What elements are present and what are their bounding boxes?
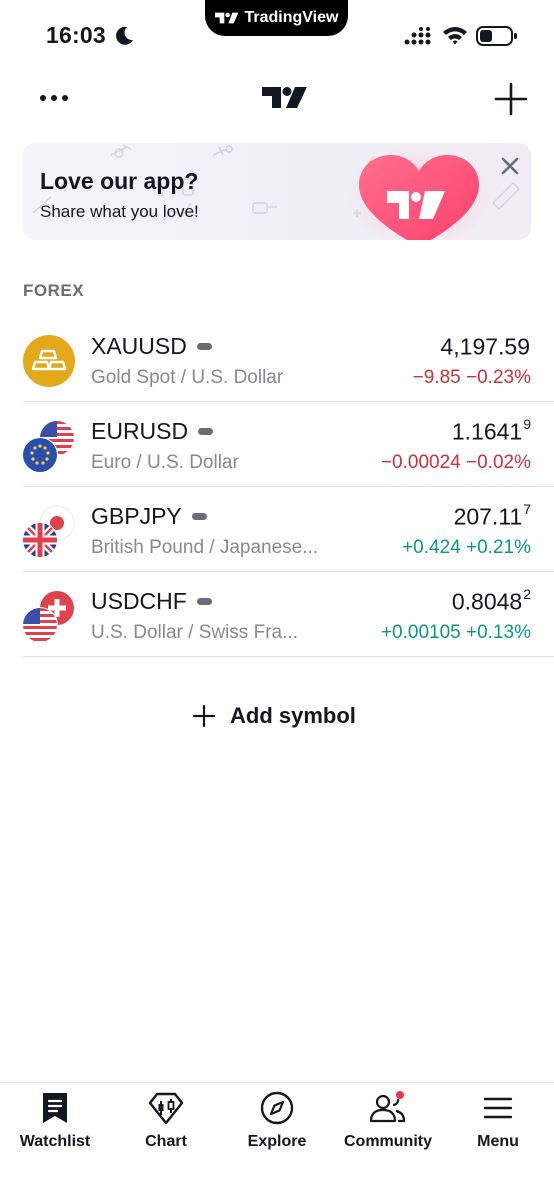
- heart-logo-icon: [349, 147, 489, 240]
- nav-menu[interactable]: Menu: [443, 1091, 553, 1151]
- status-bar: 16:03 TradingView: [0, 0, 554, 66]
- section-title: FOREX: [23, 281, 85, 300]
- add-symbol-label: Add symbol: [230, 703, 356, 728]
- wifi-icon: [443, 27, 467, 45]
- symbol-description: British Pound / Japanese...: [91, 537, 319, 558]
- symbol-price: 207.117: [453, 501, 531, 530]
- status-time: 16:03: [46, 22, 106, 48]
- more-dot-icon: [51, 95, 57, 101]
- symbol-change: +0.00105 +0.13%: [380, 622, 531, 643]
- nav-label: Chart: [145, 1133, 187, 1150]
- bottom-nav: Watchlist Chart Explore Community Menu: [0, 1082, 554, 1200]
- add-symbol-button[interactable]: Add symbol: [192, 700, 356, 732]
- gold-bars-icon: [23, 335, 75, 387]
- more-options-button[interactable]: [40, 86, 80, 110]
- banner-title: Love our app?: [40, 168, 199, 194]
- symbol-ticker: XAUUSD: [91, 333, 212, 360]
- symbol-description: Gold Spot / U.S. Dollar: [91, 367, 284, 388]
- symbol-price: 4,197.59: [440, 333, 530, 360]
- island-label: TradingView: [244, 9, 339, 26]
- compass-icon: [260, 1091, 294, 1125]
- symbol-ticker: GBPJPY: [91, 503, 207, 530]
- nav-label: Explore: [247, 1133, 307, 1150]
- symbol-description: Euro / U.S. Dollar: [91, 452, 239, 473]
- hamburger-menu-icon: [483, 1097, 513, 1119]
- tradingview-small-logo-icon: [214, 12, 238, 24]
- signal-icon: [404, 27, 431, 45]
- nav-label: Menu: [477, 1133, 519, 1150]
- more-dot-icon: [40, 95, 46, 101]
- symbol-ticker: USDCHF: [91, 588, 212, 615]
- close-icon[interactable]: [499, 155, 521, 177]
- nav-explore[interactable]: Explore: [222, 1091, 332, 1151]
- watchlist-row[interactable]: USDCHF U.S. Dollar / Swiss Fra... 0.8048…: [0, 572, 554, 657]
- plus-icon: [192, 704, 216, 728]
- toolbar: [0, 72, 554, 126]
- usd-chf-flags-icon: [23, 591, 74, 642]
- nav-watchlist[interactable]: Watchlist: [0, 1091, 110, 1151]
- session-badge: [198, 428, 214, 435]
- eur-usd-flags-icon: [22, 421, 74, 473]
- moon-icon: [116, 26, 133, 45]
- chart-icon: [148, 1092, 184, 1125]
- watchlist: XAUUSD Gold Spot / U.S. Dollar 4,197.59 …: [0, 317, 554, 657]
- watchlist-row[interactable]: EURUSD Euro / U.S. Dollar 1.16419 −0.000…: [0, 402, 554, 487]
- symbol-description: U.S. Dollar / Swiss Fra...: [91, 622, 298, 643]
- nav-chart[interactable]: Chart: [111, 1091, 221, 1151]
- divider: [23, 656, 554, 657]
- symbol-change: −0.00024 −0.02%: [380, 452, 531, 473]
- bookmark-list-icon: [43, 1093, 67, 1123]
- add-watchlist-button[interactable]: [494, 82, 528, 116]
- banner-subtitle: Share what you love!: [40, 202, 199, 221]
- symbol-change: −9.85 −0.23%: [412, 367, 531, 388]
- watchlist-row[interactable]: GBPJPY British Pound / Japanese... 207.1…: [0, 487, 554, 572]
- community-icon: [369, 1091, 406, 1123]
- symbol-price: 1.16419: [451, 416, 531, 445]
- session-badge: [196, 343, 212, 350]
- more-dot-icon: [62, 95, 68, 101]
- tradingview-logo-icon: [262, 87, 307, 108]
- session-badge: [196, 598, 212, 605]
- watchlist-row[interactable]: XAUUSD Gold Spot / U.S. Dollar 4,197.59 …: [0, 317, 554, 402]
- symbol-ticker: EURUSD: [91, 418, 214, 445]
- symbol-change: +0.424 +0.21%: [402, 537, 531, 558]
- nav-community[interactable]: Community: [333, 1091, 443, 1151]
- promo-banner[interactable]: Love our app? Share what you love!: [23, 143, 531, 240]
- dynamic-island: TradingView: [205, 0, 348, 36]
- session-badge: [191, 513, 207, 520]
- nav-label: Watchlist: [19, 1133, 91, 1150]
- symbol-price: 0.80482: [451, 586, 531, 615]
- battery-icon: [476, 26, 517, 46]
- nav-label: Community: [344, 1133, 432, 1150]
- gbp-jpy-flags-icon: [23, 505, 75, 557]
